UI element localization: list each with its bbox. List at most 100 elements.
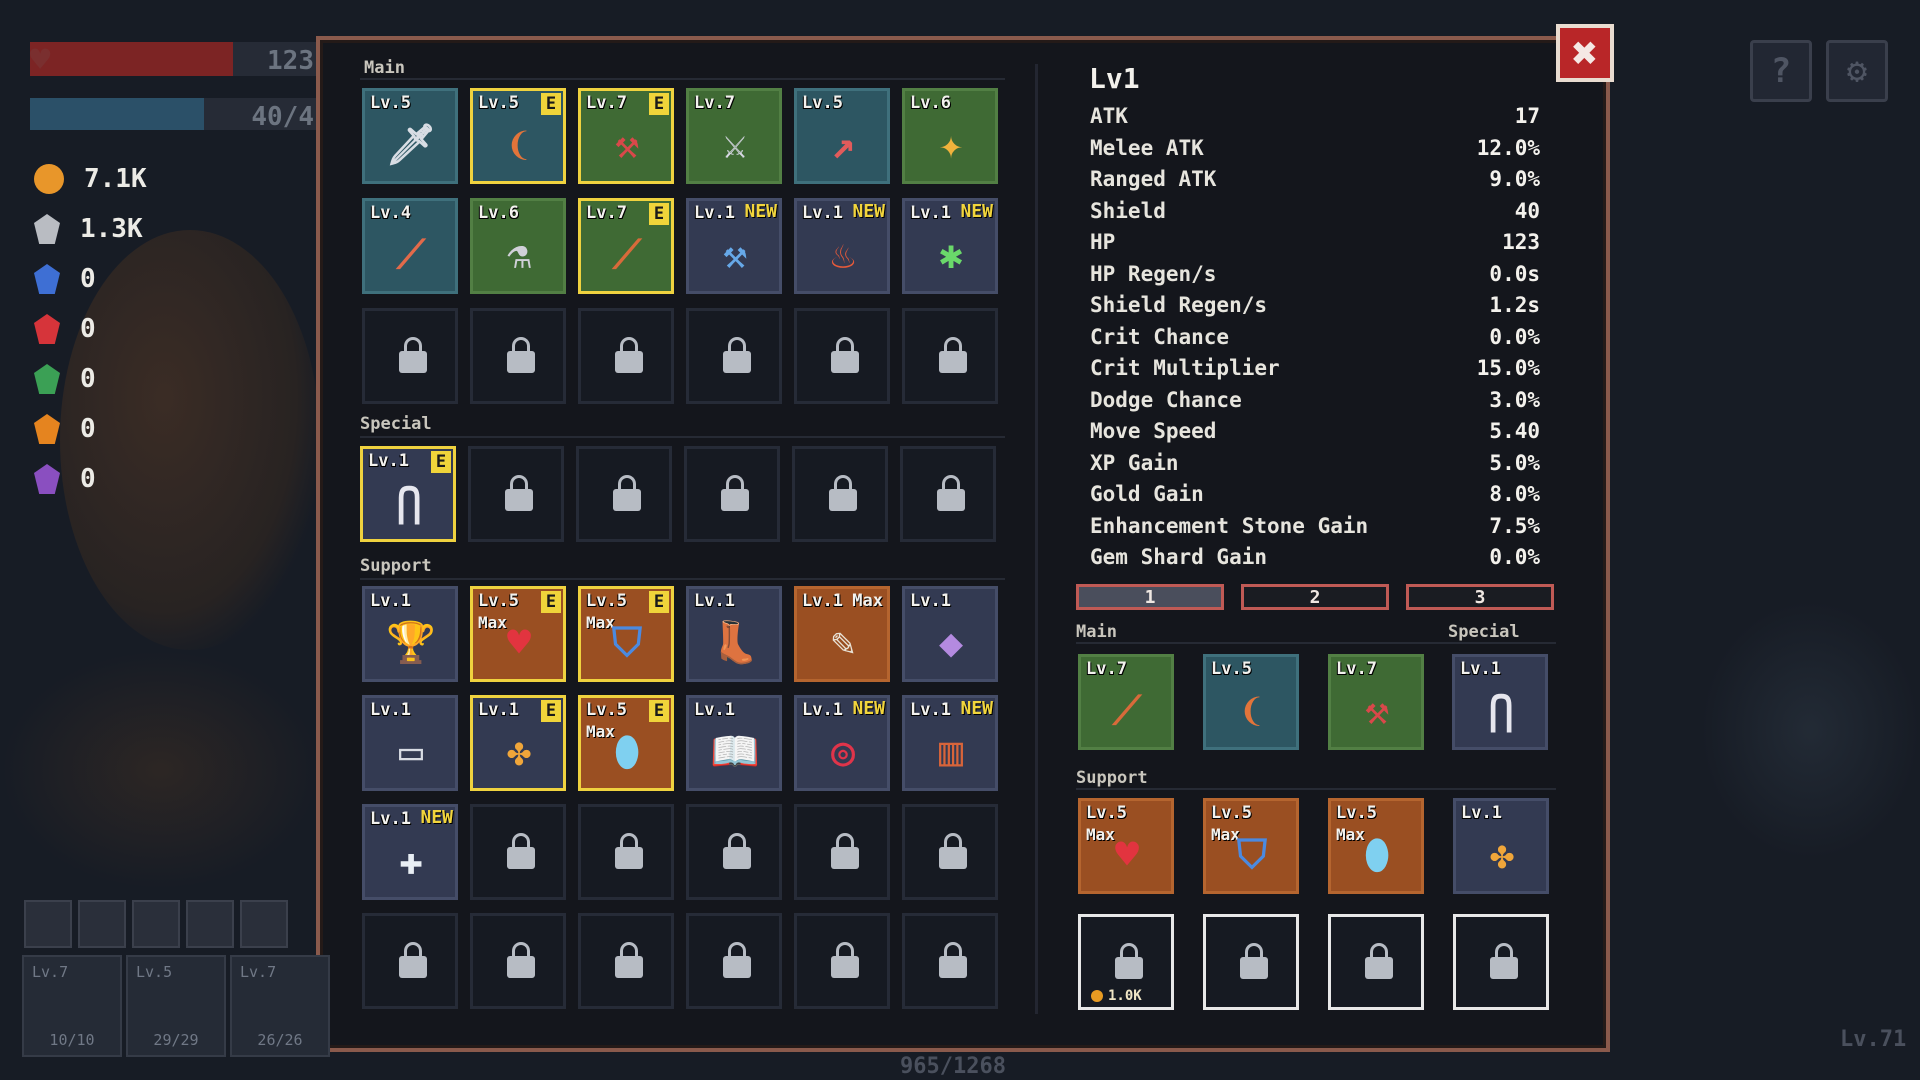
item-level: Lv.6: [478, 203, 519, 223]
locked-slot[interactable]: [684, 446, 780, 542]
locked-slot[interactable]: [794, 308, 890, 404]
lock-icon-wrap: [601, 825, 657, 881]
locked-slot[interactable]: [686, 804, 782, 900]
lock-icon: [829, 475, 857, 511]
lock-icon: [939, 942, 967, 978]
max-label: Max: [852, 591, 883, 611]
item-slot[interactable]: Lv.1 ✤: [1453, 798, 1549, 894]
hp-bar: 123: [30, 42, 320, 76]
item-slot[interactable]: Lv.5 Max E ♥: [470, 586, 566, 682]
item-slot[interactable]: Lv.7 E ⟋: [578, 198, 674, 294]
loadout-tab-2[interactable]: 2: [1241, 584, 1389, 610]
exp-counter: 965/1268: [900, 1054, 1006, 1079]
item-icon-wrap: 🏆: [383, 615, 439, 671]
locked-slot[interactable]: [578, 308, 674, 404]
lock-icon: [507, 337, 535, 373]
close-button[interactable]: ✖: [1556, 24, 1614, 82]
item-slot[interactable]: Lv.1 ◆: [902, 586, 998, 682]
item-slot[interactable]: Lv.6 ✦: [902, 88, 998, 184]
item-slot[interactable]: Lv.5 Max E ⛉: [578, 586, 674, 682]
stat-row: Dodge Chance 3.0%: [1090, 388, 1540, 418]
help-button[interactable]: ?: [1750, 40, 1812, 102]
stat-row: HP Regen/s 0.0s: [1090, 262, 1540, 292]
item-slot[interactable]: Lv.7 E ⚒: [578, 88, 674, 184]
background-cloud: [1700, 600, 1920, 860]
settings-button[interactable]: ⚙: [1826, 40, 1888, 102]
item-level: Lv.5: [586, 700, 627, 720]
stat-name: Enhancement Stone Gain: [1090, 513, 1369, 538]
locked-slot[interactable]: [578, 804, 674, 900]
item-level: Lv.5: [478, 93, 519, 113]
lock-icon: [831, 942, 859, 978]
lock-icon-wrap: [815, 467, 871, 523]
item-slot[interactable]: Lv.1 NEW ◎: [794, 695, 890, 791]
locked-slot[interactable]: [576, 446, 672, 542]
item-level: Lv.5: [1336, 803, 1377, 823]
locked-slot[interactable]: [578, 913, 674, 1009]
lock-icon-wrap: [925, 825, 981, 881]
locked-slot[interactable]: [794, 913, 890, 1009]
item-level: Lv.1: [370, 591, 411, 611]
item-slot[interactable]: Lv.4 ⟋: [362, 198, 458, 294]
item-slot[interactable]: Lv.5 Max E ⬮: [578, 695, 674, 791]
lock-icon-wrap: [709, 329, 765, 385]
lock-icon: [507, 833, 535, 869]
item-slot[interactable]: Lv.1 NEW ⚒: [686, 198, 782, 294]
loadout-tab-1[interactable]: 1: [1076, 584, 1224, 610]
item-slot[interactable]: Lv.1 NEW ♨: [794, 198, 890, 294]
locked-slot[interactable]: [1328, 914, 1424, 1010]
locked-slot[interactable]: [362, 308, 458, 404]
lock-icon: [939, 337, 967, 373]
locked-slot[interactable]: [362, 913, 458, 1009]
section-label-support: Support: [360, 556, 432, 576]
locked-slot[interactable]: 1.0K: [1078, 914, 1174, 1010]
locked-slot[interactable]: [686, 913, 782, 1009]
locked-slot[interactable]: [470, 913, 566, 1009]
gold-coin-icon: [1091, 990, 1103, 1002]
item-slot[interactable]: Lv.5 Max ♥: [1078, 798, 1174, 894]
locked-slot[interactable]: [900, 446, 996, 542]
loadout-tab-3[interactable]: 3: [1406, 584, 1554, 610]
item-slot[interactable]: Lv.5 ❨: [1203, 654, 1299, 750]
lock-icon: [1490, 943, 1518, 979]
locked-slot[interactable]: [470, 804, 566, 900]
item-slot[interactable]: Lv.1 🏆: [362, 586, 458, 682]
locked-slot[interactable]: [1453, 914, 1549, 1010]
dagger-icon: ⟋: [397, 232, 425, 278]
locked-slot[interactable]: [902, 308, 998, 404]
locked-slot[interactable]: [902, 804, 998, 900]
item-slot[interactable]: Lv.7 ⚔: [686, 88, 782, 184]
item-slot[interactable]: Lv.5 ↗: [794, 88, 890, 184]
item-slot[interactable]: Lv.1 ▭: [362, 695, 458, 791]
item-slot[interactable]: Lv.5 🗡: [362, 88, 458, 184]
item-slot[interactable]: Lv.1 E ⋂: [360, 446, 456, 542]
item-slot[interactable]: Lv.1 NEW ✱: [902, 198, 998, 294]
item-slot[interactable]: Lv.1 📖: [686, 695, 782, 791]
lock-icon: [615, 942, 643, 978]
item-slot[interactable]: Lv.1 E ✤: [470, 695, 566, 791]
locked-slot[interactable]: [470, 308, 566, 404]
item-slot[interactable]: Lv.5 Max ⬮: [1328, 798, 1424, 894]
item-slot[interactable]: Lv.5 E ❨: [470, 88, 566, 184]
item-slot[interactable]: Lv.1 ⋂: [1452, 654, 1548, 750]
locked-slot[interactable]: [468, 446, 564, 542]
item-slot[interactable]: Lv.5 Max ⛉: [1203, 798, 1299, 894]
stat-row: Shield 40: [1090, 199, 1540, 229]
locked-slot[interactable]: [1203, 914, 1299, 1010]
stat-row: HP 123: [1090, 230, 1540, 260]
item-slot[interactable]: Lv.1 NEW ▥: [902, 695, 998, 791]
item-slot[interactable]: Lv.1 NEW ✚: [362, 804, 458, 900]
item-slot[interactable]: Lv.1 👢: [686, 586, 782, 682]
item-icon-wrap: 🗡: [383, 117, 439, 173]
locked-slot[interactable]: [792, 446, 888, 542]
locked-slot[interactable]: [686, 308, 782, 404]
item-slot[interactable]: Lv.6 ⚗: [470, 198, 566, 294]
hud-skill-heart: [24, 900, 72, 948]
item-slot[interactable]: Lv.7 ⟋: [1078, 654, 1174, 750]
locked-slot[interactable]: [902, 913, 998, 1009]
item-slot[interactable]: Lv.1 Max ✎: [794, 586, 890, 682]
locked-slot[interactable]: [794, 804, 890, 900]
item-level: Lv.1: [910, 700, 951, 720]
item-slot[interactable]: Lv.7 ⚒: [1328, 654, 1424, 750]
item-level: Lv.5: [1211, 803, 1252, 823]
